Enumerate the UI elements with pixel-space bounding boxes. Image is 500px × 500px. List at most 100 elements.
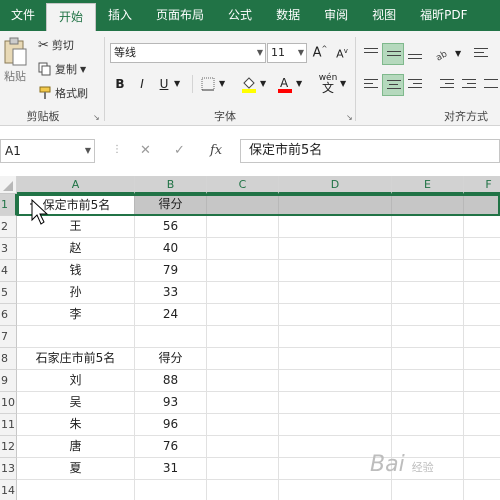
- align-middle-button[interactable]: [382, 43, 404, 65]
- cell[interactable]: 石家庄市前5名: [17, 348, 135, 369]
- decrease-indent-button[interactable]: [436, 74, 458, 96]
- align-top-button[interactable]: [360, 43, 382, 65]
- cell[interactable]: [207, 392, 279, 413]
- cell[interactable]: [135, 326, 207, 347]
- insert-function-button[interactable]: fx: [210, 143, 222, 158]
- row-header-13[interactable]: 13: [0, 458, 17, 480]
- tab-home[interactable]: 开始: [46, 3, 97, 31]
- borders-button[interactable]: [200, 77, 216, 94]
- row-header-1[interactable]: 1: [0, 194, 17, 216]
- cell[interactable]: 夏: [17, 458, 135, 479]
- cell[interactable]: 刘: [17, 370, 135, 391]
- cell[interactable]: [392, 348, 464, 369]
- font-size-select[interactable]: 11 ▼: [267, 43, 307, 63]
- cut-button[interactable]: ✂ 剪切: [38, 37, 74, 53]
- cell[interactable]: 朱: [17, 414, 135, 435]
- row-header-4[interactable]: 4: [0, 260, 17, 282]
- cell[interactable]: [279, 260, 392, 281]
- cell[interactable]: [392, 282, 464, 303]
- cell[interactable]: [207, 216, 279, 237]
- cell[interactable]: [392, 238, 464, 259]
- align-right-button[interactable]: [404, 74, 426, 96]
- cell[interactable]: 31: [135, 458, 207, 479]
- cell[interactable]: 唐: [17, 436, 135, 457]
- cell[interactable]: 24: [135, 304, 207, 325]
- cell[interactable]: [392, 370, 464, 391]
- cell[interactable]: [392, 194, 464, 215]
- format-painter-button[interactable]: 格式刷: [38, 85, 88, 101]
- cell[interactable]: [207, 414, 279, 435]
- column-header-d[interactable]: D: [279, 176, 392, 194]
- cell[interactable]: [207, 348, 279, 369]
- tab-review[interactable]: 审阅: [312, 0, 360, 31]
- cell[interactable]: 得分: [135, 348, 207, 369]
- chevron-down-icon[interactable]: ▼: [340, 79, 346, 88]
- cell[interactable]: [207, 260, 279, 281]
- font-launcher-icon[interactable]: ↘: [346, 113, 353, 122]
- row-header-10[interactable]: 10: [0, 392, 17, 414]
- cell[interactable]: 李: [17, 304, 135, 325]
- cancel-icon[interactable]: ✕: [140, 143, 151, 158]
- name-box[interactable]: A1 ▼: [0, 139, 95, 163]
- cell[interactable]: [279, 370, 392, 391]
- cell[interactable]: [392, 392, 464, 413]
- column-header-c[interactable]: C: [207, 176, 279, 194]
- chevron-down-icon[interactable]: ▼: [219, 79, 225, 88]
- cell[interactable]: 88: [135, 370, 207, 391]
- italic-button[interactable]: I: [134, 77, 150, 91]
- cell[interactable]: [464, 194, 500, 215]
- cell[interactable]: [279, 238, 392, 259]
- cell[interactable]: [279, 414, 392, 435]
- cell[interactable]: [279, 304, 392, 325]
- row-header-6[interactable]: 6: [0, 304, 17, 326]
- cell[interactable]: [207, 480, 279, 500]
- cell[interactable]: [207, 326, 279, 347]
- cell[interactable]: [392, 216, 464, 237]
- cell[interactable]: [392, 260, 464, 281]
- cell[interactable]: [207, 194, 279, 215]
- fill-color-button[interactable]: [240, 75, 258, 96]
- chevron-down-icon[interactable]: ▼: [260, 79, 266, 88]
- cell[interactable]: 79: [135, 260, 207, 281]
- cell[interactable]: [279, 216, 392, 237]
- cell[interactable]: [17, 480, 135, 500]
- cell[interactable]: [279, 282, 392, 303]
- font-color-button[interactable]: A: [276, 75, 294, 96]
- increase-indent-button[interactable]: [458, 74, 480, 96]
- wrap-text-button[interactable]: [470, 43, 492, 65]
- cell[interactable]: 56: [135, 216, 207, 237]
- cell[interactable]: 96: [135, 414, 207, 435]
- cell[interactable]: 钱: [17, 260, 135, 281]
- row-header-8[interactable]: 8: [0, 348, 17, 370]
- tab-page-layout[interactable]: 页面布局: [144, 0, 216, 31]
- row-header-11[interactable]: 11: [0, 414, 17, 436]
- paste-button[interactable]: 粘贴: [0, 37, 30, 84]
- row-header-2[interactable]: 2: [0, 216, 17, 238]
- cell[interactable]: 33: [135, 282, 207, 303]
- cell[interactable]: [392, 414, 464, 435]
- select-all-button[interactable]: [0, 176, 17, 193]
- cell[interactable]: 赵: [17, 238, 135, 259]
- row-header-14[interactable]: 14: [0, 480, 17, 500]
- row-header-3[interactable]: 3: [0, 238, 17, 260]
- chevron-down-icon[interactable]: ▼: [455, 49, 461, 58]
- align-bottom-button[interactable]: [404, 43, 426, 65]
- tab-file[interactable]: 文件: [0, 0, 46, 31]
- column-header-f[interactable]: F: [464, 176, 500, 194]
- font-name-select[interactable]: 等线 ▼: [110, 43, 266, 63]
- copy-button[interactable]: 复制 ▼: [38, 61, 86, 77]
- tab-insert[interactable]: 插入: [96, 0, 144, 31]
- cell[interactable]: [279, 326, 392, 347]
- cell[interactable]: [392, 304, 464, 325]
- merge-center-button[interactable]: [480, 74, 500, 96]
- enter-icon[interactable]: ✓: [174, 143, 185, 158]
- cell[interactable]: 76: [135, 436, 207, 457]
- cell[interactable]: [135, 480, 207, 500]
- cell[interactable]: [207, 282, 279, 303]
- tab-foxit-pdf[interactable]: 福昕PDF: [408, 0, 479, 31]
- shrink-font-button[interactable]: Av: [334, 47, 350, 61]
- row-header-5[interactable]: 5: [0, 282, 17, 304]
- cell[interactable]: [207, 370, 279, 391]
- cell[interactable]: 93: [135, 392, 207, 413]
- cell[interactable]: [207, 458, 279, 479]
